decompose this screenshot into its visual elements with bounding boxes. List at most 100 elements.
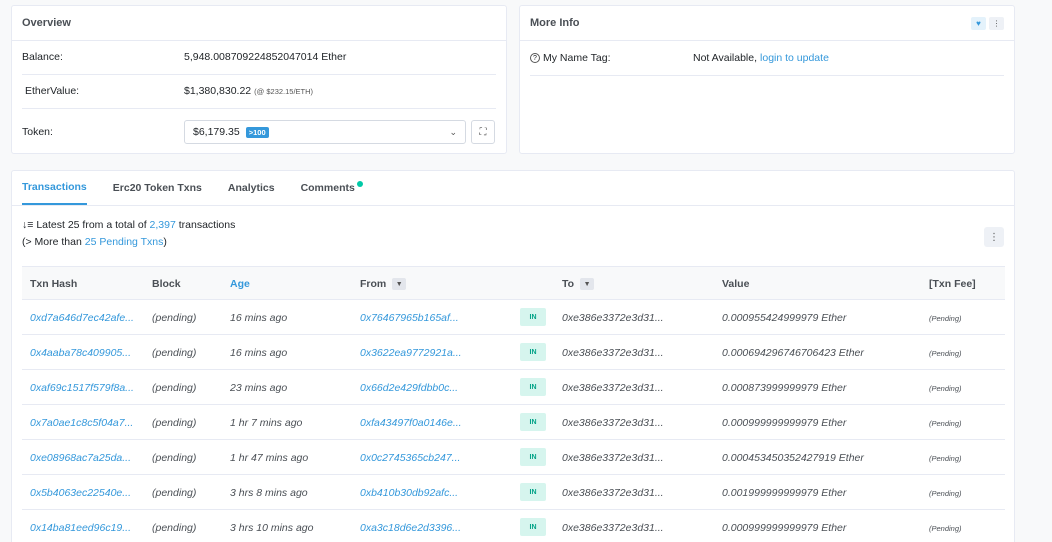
to-address: 0xe386e3372e3d31... xyxy=(562,382,664,394)
overview-title: Overview xyxy=(22,17,71,29)
direction-badge: IN xyxy=(520,518,546,536)
from-address-link[interactable]: 0x3622ea9772921a... xyxy=(360,347,462,359)
direction-badge: IN xyxy=(520,378,546,396)
col-value: Value xyxy=(722,278,750,290)
divider xyxy=(22,108,496,109)
to-address: 0xe386e3372e3d31... xyxy=(562,312,664,324)
col-to: To ▼ xyxy=(562,278,595,290)
tab-analytics[interactable]: Analytics xyxy=(228,171,275,205)
transactions-card: Transactions Erc20 Token Txns Analytics … xyxy=(11,170,1015,542)
direction-badge: IN xyxy=(520,308,546,326)
col-block: Block xyxy=(152,278,181,290)
age-cell: 1 hr 47 mins ago xyxy=(230,452,309,464)
txn-fee-cell: (Pending) xyxy=(929,349,962,358)
pending-suffix: ) xyxy=(163,236,167,248)
direction-badge: IN xyxy=(520,448,546,466)
age-cell: 16 mins ago xyxy=(230,312,288,324)
filter-icon[interactable]: ▼ xyxy=(392,278,407,290)
txn-hash-link[interactable]: 0xaf69c1517f579f8a... xyxy=(30,382,134,394)
name-tag-label-wrap: ? My Name Tag: xyxy=(530,52,693,64)
from-address-link[interactable]: 0x76467965b165af... xyxy=(360,312,459,324)
col-txn-hash: Txn Hash xyxy=(30,278,78,290)
from-address-link[interactable]: 0xb410b30db92afc... xyxy=(360,487,458,499)
value-cell: 0.000453450352427919 Ether xyxy=(722,452,864,464)
txn-hash-link[interactable]: 0xd7a646d7ec42afe... xyxy=(30,312,134,324)
block-cell: (pending) xyxy=(152,417,197,429)
from-address-link[interactable]: 0xa3c18d6e2d3396... xyxy=(360,522,461,534)
question-icon: ? xyxy=(530,53,540,63)
txn-hash-link[interactable]: 0xe08968ac7a25da... xyxy=(30,452,131,464)
expand-icon[interactable]: ⛶ xyxy=(471,120,495,144)
token-value: $6,179.35 xyxy=(193,126,240,138)
name-tag-value: Not Available, xyxy=(693,52,758,64)
txn-fee-cell: (Pending) xyxy=(929,454,962,463)
txn-hash-link[interactable]: 0x4aaba78c409905... xyxy=(30,347,131,359)
txn-fee-cell: (Pending) xyxy=(929,314,962,323)
more-info-title: More Info xyxy=(530,17,580,29)
balance-row: Balance: 5,948.008709224852047014 Ether xyxy=(22,51,496,63)
block-cell: (pending) xyxy=(152,347,197,359)
total-transactions-link[interactable]: 2,397 xyxy=(150,219,176,231)
block-cell: (pending) xyxy=(152,452,197,464)
balance-label: Balance: xyxy=(22,51,63,63)
summary-line-2: (> More than 25 Pending Txns) xyxy=(22,234,235,251)
txn-hash-link[interactable]: 0x14ba81eed96c19... xyxy=(30,522,131,534)
col-age[interactable]: Age xyxy=(230,278,250,290)
overview-card: Overview Balance: 5,948.0087092248520470… xyxy=(11,5,507,154)
direction-badge: IN xyxy=(520,413,546,431)
tab-bar: Transactions Erc20 Token Txns Analytics … xyxy=(12,171,1014,206)
more-info-header: More Info ♥ ⋮ xyxy=(520,6,1014,41)
from-address-link[interactable]: 0x0c2745365cb247... xyxy=(360,452,460,464)
ethervalue-label: EtherValue: xyxy=(25,85,80,97)
filter-icon[interactable]: ▼ xyxy=(580,278,595,290)
block-cell: (pending) xyxy=(152,382,197,394)
login-link[interactable]: login to update xyxy=(760,52,829,64)
txn-hash-link[interactable]: 0x5b4063ec22540e... xyxy=(30,487,131,499)
kebab-icon[interactable]: ⋮ xyxy=(984,227,1004,247)
block-cell: (pending) xyxy=(152,487,197,499)
token-dropdown[interactable]: $6,179.35 >100 ⌄ xyxy=(184,120,466,144)
txn-fee-cell: (Pending) xyxy=(929,489,962,498)
token-label: Token: xyxy=(22,126,53,138)
ethervalue-rate: (@ $232.15/ETH) xyxy=(254,86,314,96)
age-cell: 3 hrs 10 mins ago xyxy=(230,522,314,534)
table-row: 0x4aaba78c409905... (pending) 16 mins ago 0… xyxy=(22,335,1005,370)
age-cell: 16 mins ago xyxy=(230,347,288,359)
tab-comments[interactable]: Comments xyxy=(300,171,363,205)
heart-icon[interactable]: ♥ xyxy=(971,16,986,30)
tab-comments-label: Comments xyxy=(300,182,355,194)
table-row: 0xd7a646d7ec42afe... (pending) 16 mins ago… xyxy=(22,300,1005,335)
age-cell: 1 hr 7 mins ago xyxy=(230,417,303,429)
divider xyxy=(530,75,1004,76)
pending-txns-link[interactable]: 25 Pending Txns xyxy=(85,236,164,248)
token-row: Token: $6,179.35 >100 ⌄ ⛶ xyxy=(22,120,496,144)
sort-icon: ↓≡ xyxy=(22,219,34,231)
notification-dot xyxy=(356,181,363,187)
table-row: 0x7a0ae1c8c5f04a7... (pending) 1 hr 7 mins… xyxy=(22,405,1005,440)
transactions-summary: ↓≡ Latest 25 from a total of 2,397 trans… xyxy=(22,217,235,251)
tab-erc20-token-txns[interactable]: Erc20 Token Txns xyxy=(113,171,202,205)
pending-prefix: (> More than xyxy=(22,236,82,248)
value-cell: 0.000955424999979 Ether xyxy=(722,312,847,324)
summary-suffix: transactions xyxy=(178,219,236,231)
block-cell: (pending) xyxy=(152,312,197,324)
balance-value: 5,948.008709224852047014 Ether xyxy=(184,51,347,63)
table-header: Txn Hash Block Age From ▼ To ▼ Value [Tx… xyxy=(22,266,1005,300)
age-cell: 23 mins ago xyxy=(230,382,288,394)
name-tag-row: ? My Name Tag: Not Available, login to u… xyxy=(530,52,1004,64)
tab-transactions[interactable]: Transactions xyxy=(22,171,87,205)
overview-header: Overview xyxy=(12,6,506,41)
value-cell: 0.000999999999979 Ether xyxy=(722,522,847,534)
ethervalue-value: $1,380,830.22 xyxy=(184,85,252,97)
to-address: 0xe386e3372e3d31... xyxy=(562,487,664,499)
to-address: 0xe386e3372e3d31... xyxy=(562,417,664,429)
kebab-icon[interactable]: ⋮ xyxy=(989,16,1004,30)
from-address-link[interactable]: 0x66d2e429fdbb0c... xyxy=(360,382,458,394)
block-cell: (pending) xyxy=(152,522,197,534)
from-address-link[interactable]: 0xfa43497f0a0146e... xyxy=(360,417,462,429)
table-row: 0x14ba81eed96c19... (pending) 3 hrs 10 min… xyxy=(22,510,1005,542)
direction-badge: IN xyxy=(520,483,546,501)
txn-hash-link[interactable]: 0x7a0ae1c8c5f04a7... xyxy=(30,417,133,429)
chevron-down-icon: ⌄ xyxy=(449,127,457,137)
txn-fee-cell: (Pending) xyxy=(929,524,962,533)
